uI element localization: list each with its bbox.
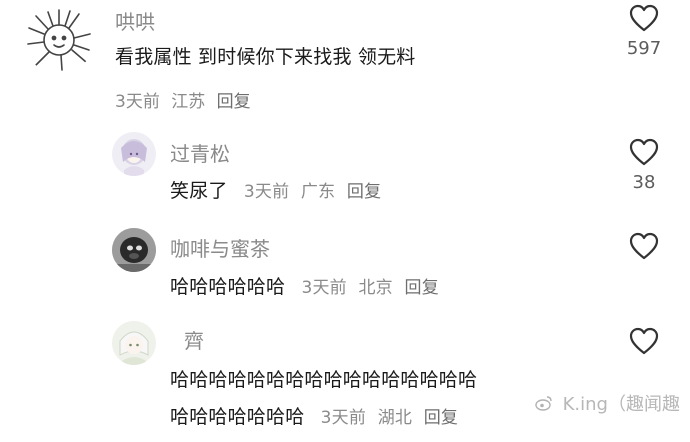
- like-count: 597: [626, 38, 662, 59]
- heart-outline-icon: [629, 232, 659, 260]
- comment-thread: 哄哄 看我属性 到时候你下来找我 领无料 3天前 江苏 回复 597 过青松 笑…: [0, 0, 690, 442]
- watermark-text: K.ing（趣闻趣: [562, 394, 680, 415]
- photo-avatar-icon: [112, 228, 156, 272]
- comment-meta: 3天前 广东 回复: [244, 182, 387, 202]
- comment-username[interactable]: 齊: [184, 325, 204, 354]
- comment-location: 广东: [300, 182, 336, 202]
- watermark: K.ing（趣闻趣: [535, 390, 680, 416]
- reply-button[interactable]: 回复: [405, 278, 439, 298]
- comment-item: 咖啡与蜜茶 哈哈哈哈哈哈 3天前 北京 回复: [0, 220, 690, 315]
- reply-button[interactable]: 回复: [347, 182, 381, 202]
- heart-outline-icon: [629, 4, 659, 32]
- reply-button[interactable]: 回复: [217, 92, 251, 112]
- comment-body: 笑尿了: [170, 180, 228, 202]
- reply-button[interactable]: 回复: [424, 408, 458, 428]
- anime-white-hair-avatar-icon: [112, 321, 156, 365]
- like-count: 38: [632, 172, 656, 193]
- comment-username[interactable]: 咖啡与蜜茶: [170, 233, 270, 262]
- heart-outline-icon: [629, 138, 659, 166]
- anime-girl-avatar-icon: [112, 132, 156, 176]
- avatar[interactable]: [112, 228, 156, 272]
- like-button[interactable]: [614, 232, 674, 260]
- weibo-logo-icon: [535, 395, 553, 416]
- comment-location: 湖北: [377, 408, 413, 428]
- like-button[interactable]: 38: [614, 138, 674, 193]
- like-button[interactable]: 597: [614, 4, 674, 59]
- comment-location: 江苏: [171, 92, 206, 112]
- comment-body: 哈哈哈哈哈哈: [170, 276, 286, 298]
- comment-meta: 3天前 江苏 回复: [115, 87, 257, 112]
- comment-time: 3天前: [301, 278, 347, 298]
- like-button[interactable]: [614, 327, 674, 355]
- comment-time: 3天前: [115, 92, 160, 112]
- comment-body: 哈哈哈哈哈哈哈: [170, 406, 305, 428]
- comment-meta: 3天前 北京 回复: [301, 278, 444, 298]
- comment-meta: 3天前 湖北 回复: [321, 408, 464, 428]
- comment-username[interactable]: 过青松: [170, 138, 230, 167]
- comment-item: 过青松 笑尿了 3天前 广东 回复 38: [0, 120, 690, 220]
- sketch-avatar-icon: [24, 4, 94, 74]
- avatar[interactable]: [112, 321, 156, 365]
- comment-text: 看我属性 到时候你下来找我 领无料: [115, 46, 416, 68]
- comment-item: 齊 哈哈哈哈哈哈哈哈哈哈哈哈哈哈哈哈 哈哈哈哈哈哈哈 3天前 湖北 回复: [0, 315, 690, 442]
- comment-time: 3天前: [320, 408, 367, 428]
- comment-text: 笑尿了 3天前 广东 回复: [170, 176, 387, 203]
- comment-text-line-2: 哈哈哈哈哈哈哈 3天前 湖北 回复: [170, 402, 464, 429]
- comment-username[interactable]: 哄哄: [115, 6, 155, 35]
- comment-item: 哄哄 看我属性 到时候你下来找我 领无料 3天前 江苏 回复 597: [0, 0, 690, 120]
- heart-outline-icon: [629, 327, 659, 355]
- comment-text-line-1: 哈哈哈哈哈哈哈哈哈哈哈哈哈哈哈哈: [170, 369, 478, 391]
- avatar[interactable]: [112, 132, 156, 176]
- comment-text: 哈哈哈哈哈哈 3天前 北京 回复: [170, 272, 445, 299]
- comment-time: 3天前: [243, 182, 290, 202]
- avatar[interactable]: [24, 4, 94, 74]
- comment-location: 北京: [358, 278, 393, 298]
